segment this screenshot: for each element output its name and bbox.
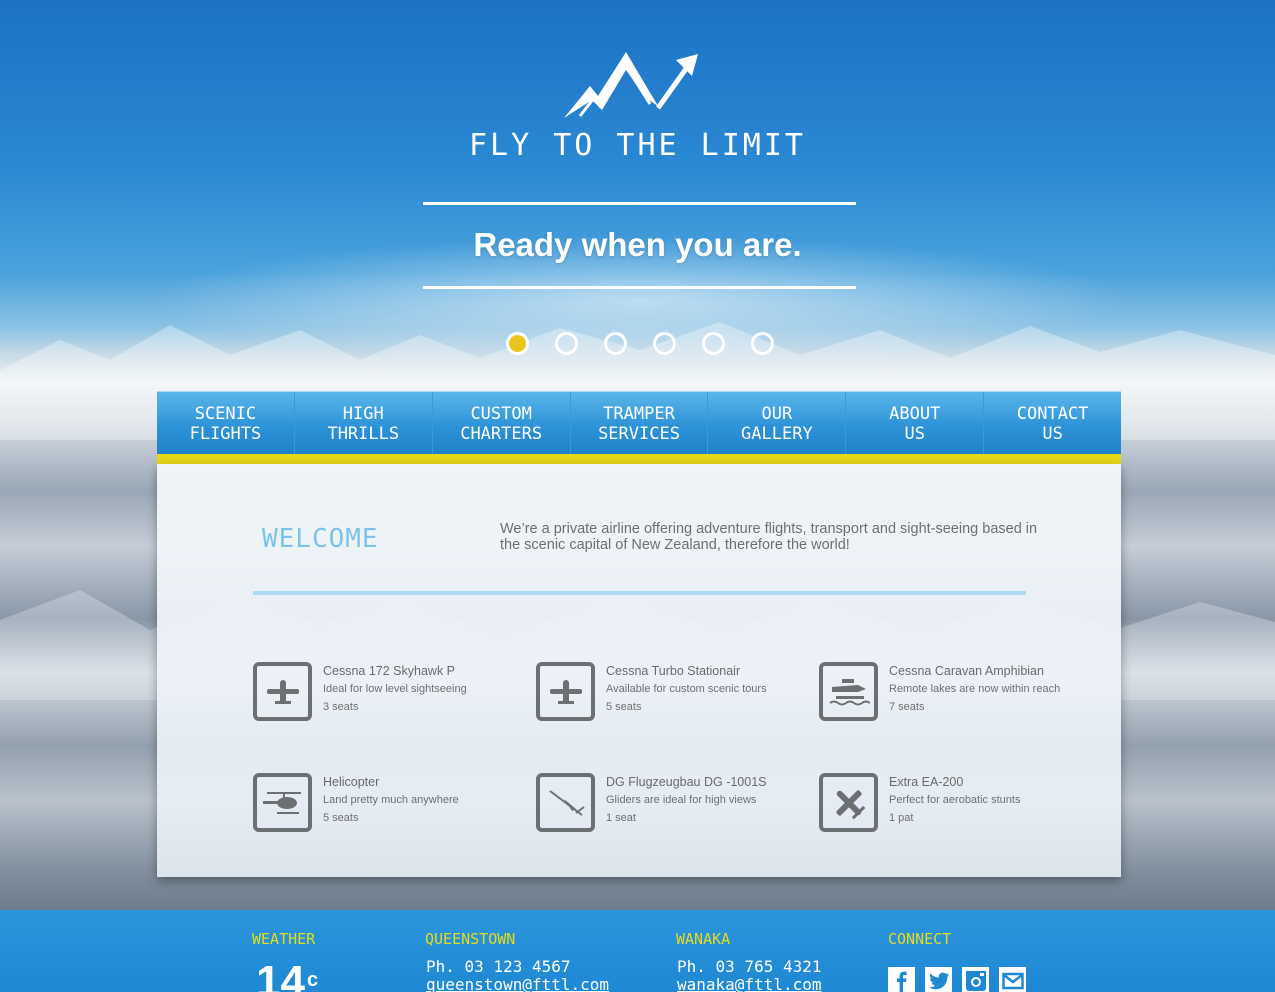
nav-scenic-flights[interactable]: SCENIC FLIGHTS — [157, 392, 295, 454]
temperature-value: 14 — [256, 957, 305, 992]
social-links — [888, 967, 1026, 992]
nav-label-line2: US — [1042, 424, 1063, 444]
nav-label-line2: GALLERY — [741, 424, 813, 444]
tagline: Ready when you are. — [473, 226, 802, 263]
welcome-title: WELCOME — [262, 524, 379, 554]
nav-label-line1: CONTACT — [1016, 404, 1089, 424]
tagline-rule-bottom — [423, 286, 856, 289]
fleet-item-desc: Remote lakes are now within reach — [889, 683, 1061, 695]
fleet-item-desc: Land pretty much anywhere — [323, 794, 459, 806]
nav-tramper-services[interactable]: TRAMPER SERVICES — [571, 392, 709, 454]
nav-label-line1: TRAMPER — [603, 404, 675, 424]
nav-label-line1: OUR — [761, 404, 793, 424]
slide-dot-4[interactable] — [653, 332, 676, 355]
fleet-item-seats: 5 seats — [606, 701, 642, 713]
fleet-item-name: DG Flugzeugbau DG -1001S — [606, 775, 767, 789]
fleet-item-seats: 7 seats — [889, 701, 925, 713]
slide-dot-3[interactable] — [604, 332, 627, 355]
fleet-item-seats: 1 seat — [606, 812, 636, 824]
nav-label-line2: THRILLS — [327, 424, 400, 444]
wanaka-phone: Ph. 03 765 4321 — [677, 957, 822, 976]
fleet-item-seats: 5 seats — [323, 812, 359, 824]
mail-icon[interactable] — [999, 967, 1026, 992]
slider-pagination — [506, 332, 774, 356]
nav-our-gallery[interactable]: OUR GALLERY — [708, 392, 847, 454]
nav-accent-bar — [157, 454, 1121, 464]
fleet-item-seats: 1 pat — [889, 812, 914, 824]
plane-icon — [253, 662, 312, 721]
fleet-item-name: Cessna Caravan Amphibian — [889, 664, 1044, 678]
queenstown-email-link[interactable]: queenstown@fttl.com — [426, 976, 609, 992]
tagline-rule-top — [423, 202, 856, 205]
plane-icon — [536, 662, 595, 721]
fleet-item-name: Extra EA-200 — [889, 775, 964, 789]
nav-label-line2: US — [904, 424, 925, 444]
helicopter-icon — [253, 773, 312, 832]
fleet-item[interactable]: DG Flugzeugbau DG -1001S Gliders are ide… — [536, 773, 806, 835]
nav-label-line2: FLIGHTS — [189, 424, 262, 444]
fleet-item[interactable]: Extra EA-200 Perfect for aerobatic stunt… — [819, 773, 1089, 835]
fleet-item-desc: Ideal for low level sightseeing — [323, 683, 467, 695]
fleet-item[interactable]: Cessna Caravan Amphibian Remote lakes ar… — [819, 662, 1089, 724]
seaplane-icon — [819, 662, 878, 721]
slide-dot-1[interactable] — [506, 332, 529, 355]
instagram-icon[interactable] — [962, 967, 989, 992]
queenstown-phone: Ph. 03 123 4567 — [426, 957, 571, 976]
fleet-item-desc: Available for custom scenic tours — [606, 683, 767, 695]
fleet-item-seats: 3 seats — [323, 701, 359, 713]
wanaka-heading: WANAKA — [676, 930, 731, 948]
brand-name: FLY TO THE LIMIT — [469, 128, 806, 163]
nav-label-line2: CHARTERS — [460, 424, 543, 444]
connect-heading: CONNECT — [888, 930, 952, 948]
fleet-item-name: Cessna Turbo Stationair — [606, 664, 741, 678]
fleet-item[interactable]: Cessna Turbo Stationair Available for cu… — [536, 662, 806, 724]
nav-label-line2: SERVICES — [598, 424, 680, 444]
footer: WEATHER 14 c QUEENSTOWN Ph. 03 123 4567 q… — [0, 910, 1275, 992]
main-nav: SCENIC FLIGHTS HIGH THRILLS CUSTOM CHARTERS… — [157, 391, 1121, 454]
facebook-icon[interactable] — [888, 967, 915, 992]
fleet-item[interactable]: Cessna 172 Skyhawk P Ideal for low level… — [253, 662, 523, 724]
twitter-icon[interactable] — [925, 967, 952, 992]
nav-label-line1: ABOUT — [889, 404, 941, 424]
aerobatic-plane-icon — [819, 773, 878, 832]
welcome-text: We’re a private airline offering adventu… — [500, 521, 1038, 553]
mountain-arrow-logo — [564, 52, 698, 118]
welcome-divider — [253, 591, 1026, 595]
fleet-item-name: Cessna 172 Skyhawk P — [323, 664, 456, 678]
nav-label-line1: HIGH — [342, 404, 384, 424]
temperature-unit: c — [306, 969, 319, 991]
nav-custom-charters[interactable]: CUSTOM CHARTERS — [433, 392, 571, 454]
slide-dot-2[interactable] — [555, 332, 578, 355]
nav-about-us[interactable]: ABOUT US — [846, 392, 985, 454]
fleet-item[interactable]: Helicopter Land pretty much anywhere 5 s… — [253, 773, 523, 835]
slide-dot-6[interactable] — [751, 332, 774, 355]
weather-temperature: 14 c — [256, 960, 318, 992]
content-panel: WELCOME We’re a private airline offering… — [157, 464, 1121, 877]
nav-contact-us[interactable]: CONTACT US — [984, 392, 1121, 454]
nav-label-line1: CUSTOM — [470, 404, 532, 424]
fleet-item-desc: Gliders are ideal for high views — [606, 794, 757, 806]
queenstown-heading: QUEENSTOWN — [425, 930, 516, 948]
fleet-item-name: Helicopter — [323, 775, 380, 789]
slide-dot-5[interactable] — [702, 332, 725, 355]
glider-icon — [536, 773, 595, 832]
fleet-item-desc: Perfect for aerobatic stunts — [889, 794, 1021, 806]
nav-high-thrills[interactable]: HIGH THRILLS — [295, 392, 433, 454]
wanaka-email-link[interactable]: wanaka@fttl.com — [677, 976, 822, 992]
nav-label-line1: SCENIC — [194, 404, 257, 424]
weather-heading: WEATHER — [252, 930, 316, 948]
